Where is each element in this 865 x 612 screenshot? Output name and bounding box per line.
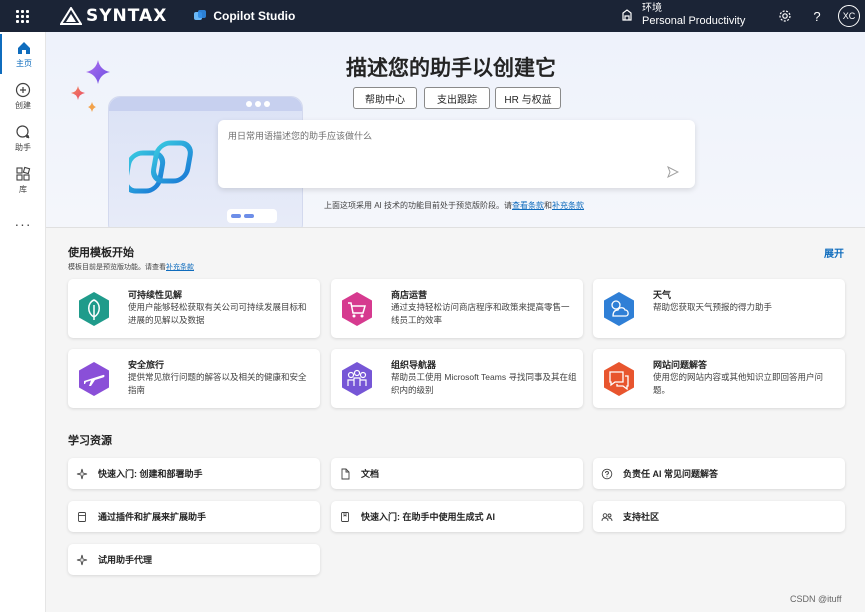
people-icon — [342, 362, 372, 396]
resource-label: 负责任 AI 常见问题解答 — [623, 469, 719, 479]
weather-icon — [604, 292, 634, 326]
send-icon[interactable] — [667, 166, 679, 178]
settings-button[interactable] — [777, 8, 793, 24]
rail-item-home[interactable]: 主页 — [0, 34, 46, 74]
resource-documentation[interactable]: 文档 — [331, 458, 583, 489]
gear-icon — [779, 10, 791, 22]
templates-subtitle: 模板目前是预览版功能。请查看补充条款 — [68, 262, 194, 272]
product-name: Copilot Studio — [213, 9, 296, 23]
avatar[interactable]: XC — [838, 5, 860, 27]
card-description: 帮助您获取天气预报的得力助手 — [653, 302, 773, 312]
rail-item-label: 主页 — [16, 58, 32, 68]
document-icon — [339, 468, 351, 480]
suggestion-hr-benefits-button[interactable]: HR 与权益 — [495, 87, 561, 109]
learning-title: 学习资源 — [68, 435, 112, 447]
resource-try-agent[interactable]: 试用助手代理 — [68, 544, 320, 575]
add-circle-icon — [15, 82, 31, 97]
environment-icon — [622, 9, 632, 21]
copilot-logo-icon — [129, 140, 193, 194]
terms-link[interactable]: 查看条款 — [512, 201, 544, 210]
book-icon — [339, 511, 351, 523]
template-card-website-qa[interactable]: 网站问题解答 使用您的网站内容或其他知识立即回答用户问题。 — [593, 349, 845, 408]
rail-item-library[interactable]: 库 — [0, 160, 46, 200]
resource-label: 快速入门: 创建和部署助手 — [98, 469, 203, 479]
disclaimer-text: 上面这项采用 AI 技术的功能目前处于预览版阶段。请 — [324, 201, 513, 210]
disclaimer: 上面这项采用 AI 技术的功能目前处于预览版阶段。请查看条款和补充条款 — [324, 200, 584, 211]
card-title: 网站问题解答 — [653, 360, 708, 370]
resource-quickstart-create[interactable]: 快速入门: 创建和部署助手 — [68, 458, 320, 489]
resource-label: 文档 — [361, 469, 380, 479]
sparkle-icon — [76, 554, 88, 566]
rail-item-agents[interactable]: 助手 — [0, 118, 46, 158]
chat-question-icon — [601, 468, 613, 480]
environment-value: Personal Productivity — [642, 15, 746, 27]
plane-icon — [79, 362, 109, 396]
main-content: 描述您的助手以创建它 帮助中心 支出跟踪 HR 与权益 用日常用语描述您的助手应… — [46, 32, 865, 612]
template-card-org-navigator[interactable]: 组织导航器 帮助员工使用 Microsoft Teams 寻找同事及其在组织内的… — [331, 349, 583, 408]
resource-community[interactable]: 支持社区 — [593, 501, 845, 532]
community-icon — [601, 511, 613, 523]
watermark: CSDN @ituff — [790, 594, 842, 604]
product[interactable]: Copilot Studio — [193, 9, 295, 23]
chat-help-icon — [604, 362, 634, 396]
templates-title: 使用模板开始 — [68, 247, 134, 259]
suggestion-help-center-button[interactable]: 帮助中心 — [353, 87, 417, 109]
suggestion-expense-tracking-button[interactable]: 支出跟踪 — [424, 87, 490, 109]
app-launcher-button[interactable] — [0, 0, 44, 32]
environment-label: 环境 — [642, 3, 662, 14]
template-card-sustainability[interactable]: 可持续性见解 使用户能够轻松获取有关公司可持续发展目标和进展的见解以及数据 — [68, 279, 320, 338]
home-icon — [18, 41, 30, 54]
card-description: 帮助员工使用 Microsoft Teams 寻找同事及其在组织内的级别 — [391, 372, 577, 395]
card-description: 使用您的网站内容或其他知识立即回答用户问题。 — [653, 372, 824, 395]
card-description: 通过支持轻松访问商店程序和政策来提高零售一线员工的效率 — [391, 302, 570, 325]
resource-plugins-extensions[interactable]: 通过插件和扩展来扩展助手 — [68, 501, 320, 532]
brand: SYNTAX — [60, 6, 167, 26]
resource-quickstart-genai[interactable]: 快速入门: 在助手中使用生成式 AI — [331, 501, 583, 532]
hero-section: 描述您的助手以创建它 帮助中心 支出跟踪 HR 与权益 用日常用语描述您的助手应… — [46, 32, 865, 228]
waffle-icon — [15, 9, 29, 23]
left-rail: 主页 创建 助手 库 ··· — [0, 32, 46, 612]
resource-responsible-ai[interactable]: 负责任 AI 常见问题解答 — [593, 458, 845, 489]
rail-item-create[interactable]: 创建 — [0, 76, 46, 116]
brand-name: SYNTAX — [86, 6, 168, 26]
plugin-icon — [76, 511, 88, 523]
environment-picker[interactable]: 环境 Personal Productivity — [620, 2, 745, 28]
library-icon — [16, 166, 31, 181]
syntax-logo-icon — [60, 7, 82, 25]
templates-subtitle-text: 模板目前是预览版功能。请查看 — [68, 264, 166, 271]
prompt-input[interactable]: 用日常用语描述您的助手应该做什么 — [218, 120, 695, 188]
card-description: 提供常见旅行问题的解答以及相关的健康和安全指南 — [128, 372, 307, 395]
template-card-store-ops[interactable]: 商店运营 通过支持轻松访问商店程序和政策来提高零售一线员工的效率 — [331, 279, 583, 338]
leaf-icon — [79, 292, 109, 326]
page-title: 描述您的助手以创建它 — [346, 56, 556, 80]
template-card-weather[interactable]: 天气 帮助您获取天气预报的得力助手 — [593, 279, 845, 338]
card-title: 可持续性见解 — [128, 290, 183, 300]
resource-label: 快速入门: 在助手中使用生成式 AI — [361, 512, 495, 522]
disclaimer-and: 和 — [544, 201, 553, 210]
rail-item-label: 库 — [19, 184, 27, 194]
bot-icon — [16, 124, 30, 138]
card-title: 商店运营 — [391, 290, 428, 300]
card-title: 组织导航器 — [391, 360, 437, 370]
question-icon: ? — [813, 8, 821, 24]
more-button[interactable]: ··· — [0, 216, 46, 232]
expand-button[interactable]: 展开 — [824, 245, 844, 260]
templates-terms-link[interactable]: 补充条款 — [166, 264, 194, 271]
rail-item-label: 创建 — [15, 100, 31, 110]
sparkle-icon — [76, 468, 88, 480]
top-bar: SYNTAX Copilot Studio 环境 Personal Produc… — [0, 0, 865, 32]
card-title: 安全旅行 — [128, 360, 165, 370]
resource-label: 支持社区 — [623, 512, 660, 522]
card-description: 使用户能够轻松获取有关公司可持续发展目标和进展的见解以及数据 — [128, 302, 307, 325]
resource-label: 通过插件和扩展来扩展助手 — [98, 512, 207, 522]
template-card-safe-travel[interactable]: 安全旅行 提供常见旅行问题的解答以及相关的健康和安全指南 — [68, 349, 320, 408]
copilot-studio-icon — [194, 10, 207, 20]
rail-item-label: 助手 — [15, 142, 31, 152]
help-button[interactable]: ? — [809, 8, 825, 24]
supplemental-terms-link[interactable]: 补充条款 — [552, 201, 584, 210]
card-title: 天气 — [653, 290, 672, 300]
resource-label: 试用助手代理 — [98, 555, 153, 565]
cart-icon — [342, 292, 372, 326]
prompt-placeholder: 用日常用语描述您的助手应该做什么 — [228, 131, 373, 141]
